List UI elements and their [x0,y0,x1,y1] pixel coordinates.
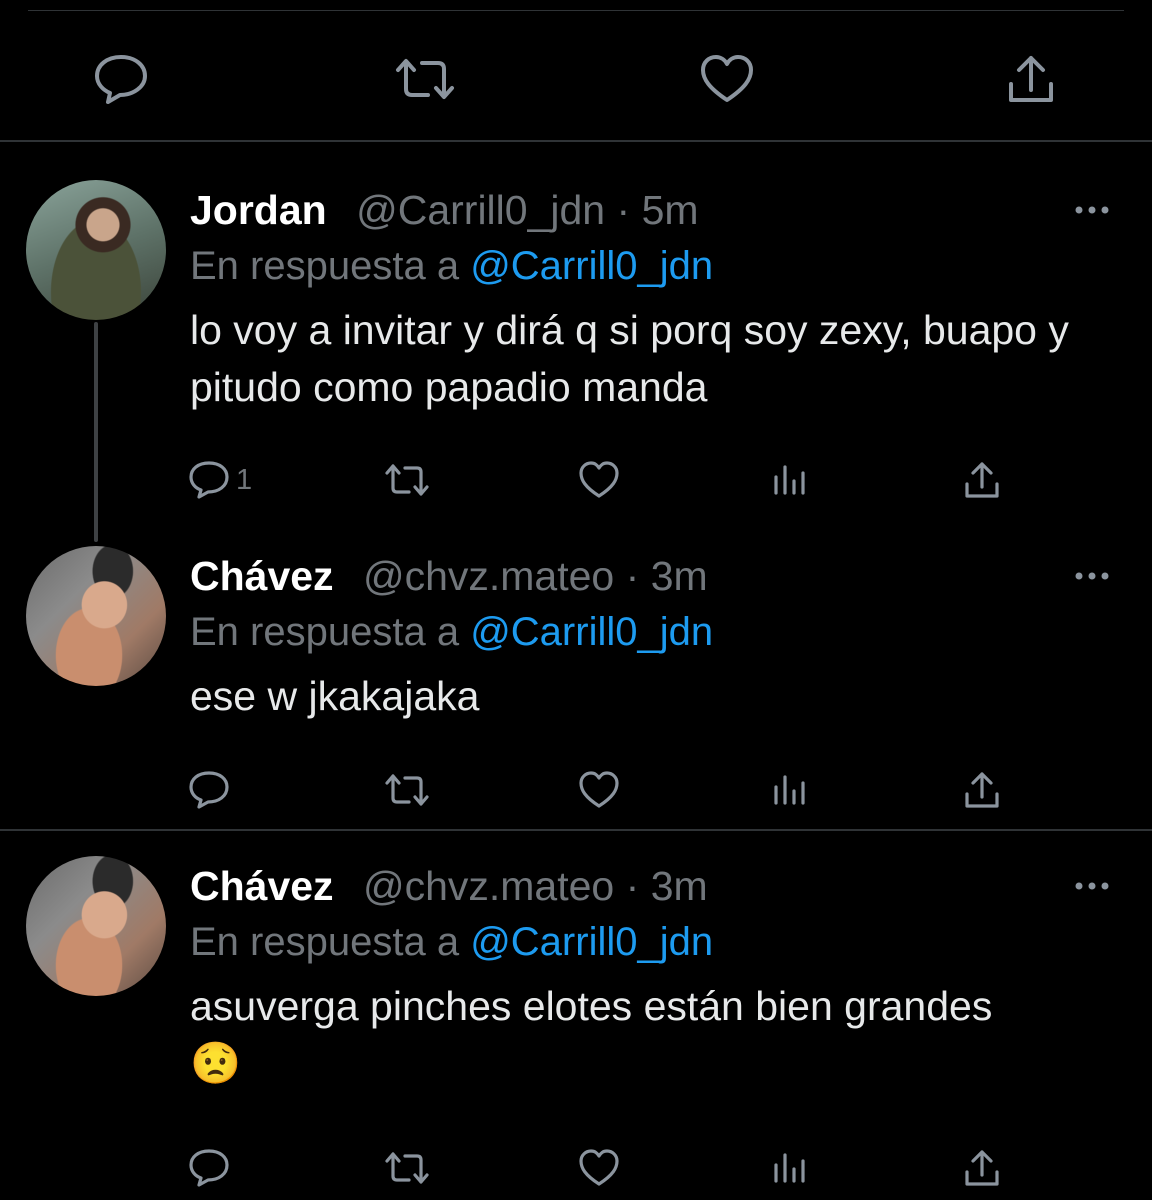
reply-button[interactable] [90,48,152,110]
share-icon [965,462,999,498]
avatar[interactable] [26,856,166,996]
views-button[interactable] [772,1146,808,1190]
timestamp[interactable]: 3m [651,553,708,599]
tweet-chavez[interactable]: Chávez @chvz.mateo · 3m En respuesta a @… [0,856,1152,1200]
reply-button[interactable] [188,768,236,812]
avatar[interactable] [26,180,166,320]
reply-context-label: En respuesta a [190,610,460,654]
share-button[interactable] [962,768,1002,812]
tweet-chavez[interactable]: Chávez @chvz.mateo · 3m En respuesta a @… [0,546,1152,830]
retweet-button[interactable] [384,458,430,502]
more-options-button[interactable] [1070,200,1114,220]
author-handle[interactable]: @chvz.mateo [363,863,614,909]
heart-icon [579,771,619,808]
author-name[interactable]: Jordan [190,187,327,233]
share-button[interactable] [962,1146,1002,1190]
main-tweet-action-bar [0,48,1152,110]
reply-count: 1 [236,463,253,496]
reply-context: En respuesta a @Carrill0_jdn [190,914,1112,970]
more-icon [1075,572,1109,580]
reply-icon [189,1149,229,1187]
tweet-header: Chávez @chvz.mateo · 3m [190,858,1112,914]
reply-mention-link[interactable]: @Carrill0_jdn [470,244,713,288]
heart-icon [579,461,619,498]
retweet-button[interactable] [394,48,456,110]
separator-dot: · [625,553,640,599]
more-options-button[interactable] [1070,876,1114,896]
retweet-icon [385,774,429,806]
author-handle[interactable]: @chvz.mateo [363,553,614,599]
author-name[interactable]: Chávez [190,863,334,909]
tweet-jordan[interactable]: Jordan @Carrill0_jdn · 5m En respuesta a… [0,180,1152,542]
section-divider [0,140,1152,142]
tweet-header: Jordan @Carrill0_jdn · 5m [190,182,1112,238]
timestamp[interactable]: 5m [642,187,699,233]
retweet-button[interactable] [384,768,430,812]
tweet-actions [188,1146,1018,1190]
views-icon [774,775,805,805]
reply-icon [95,55,147,104]
more-icon [1075,882,1109,890]
retweet-icon [385,464,429,496]
reply-context: En respuesta a @Carrill0_jdn [190,238,1112,294]
reply-mention-link[interactable]: @Carrill0_jdn [470,610,713,654]
avatar[interactable] [26,546,166,686]
retweet-icon [385,1152,429,1184]
reply-context-label: En respuesta a [190,244,460,288]
reply-context-label: En respuesta a [190,920,460,964]
thread-connector [94,322,98,542]
timestamp[interactable]: 3m [651,863,708,909]
separator-dot: · [625,863,640,909]
views-button[interactable] [772,768,808,812]
retweet-button[interactable] [384,1146,430,1190]
heart-icon [701,55,753,102]
tweet-actions: 1 [188,458,1018,502]
more-icon [1075,206,1109,214]
more-options-button[interactable] [1070,566,1114,586]
section-divider [0,829,1152,831]
top-divider [28,10,1124,11]
tweet-text: lo voy a invitar y dirá q si porq soy ze… [190,307,1069,410]
like-button[interactable] [578,1146,620,1190]
tweet-text: asuverga pinches elotes están bien grand… [190,983,993,1086]
share-button[interactable] [1000,48,1062,110]
views-icon [774,1153,805,1183]
share-button[interactable] [962,458,1002,502]
author-name[interactable]: Chávez [190,553,334,599]
tweet-header: Chávez @chvz.mateo · 3m [190,548,1112,604]
share-icon [1009,56,1053,102]
like-button[interactable] [578,458,620,502]
reply-icon [189,461,229,499]
like-button[interactable] [578,768,620,812]
tweet-text: ese w jkakajaka [190,673,480,719]
reply-button[interactable]: 1 [188,458,252,502]
reply-button[interactable] [188,1146,236,1190]
share-icon [965,772,999,808]
like-button[interactable] [696,48,758,110]
share-icon [965,1150,999,1186]
heart-icon [579,1149,619,1186]
tweet-actions [188,768,1018,812]
views-icon [774,465,805,495]
retweet-icon [396,59,454,99]
author-handle[interactable]: @Carrill0_jdn [356,187,605,233]
reply-context: En respuesta a @Carrill0_jdn [190,604,1112,660]
separator-dot: · [616,187,631,233]
reply-mention-link[interactable]: @Carrill0_jdn [470,920,713,964]
reply-icon [189,771,229,809]
views-button[interactable] [772,458,808,502]
